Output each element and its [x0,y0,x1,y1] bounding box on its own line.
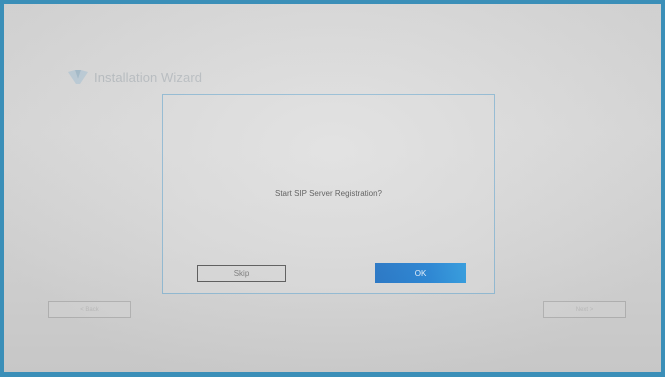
sip-registration-dialog: Start SIP Server Registration? Skip OK [162,94,495,294]
next-button[interactable]: Next > [543,301,626,318]
skip-button[interactable]: Skip [197,265,286,282]
back-button[interactable]: < Back [48,301,131,318]
ok-button[interactable]: OK [375,263,466,283]
dialog-message: Start SIP Server Registration? [274,189,382,198]
wizard-header: Installation Wizard [66,66,202,88]
wizard-screen: Installation Wizard Start SIP Server Reg… [4,4,661,372]
wizard-logo-icon [66,67,90,87]
wizard-title: Installation Wizard [94,69,203,85]
